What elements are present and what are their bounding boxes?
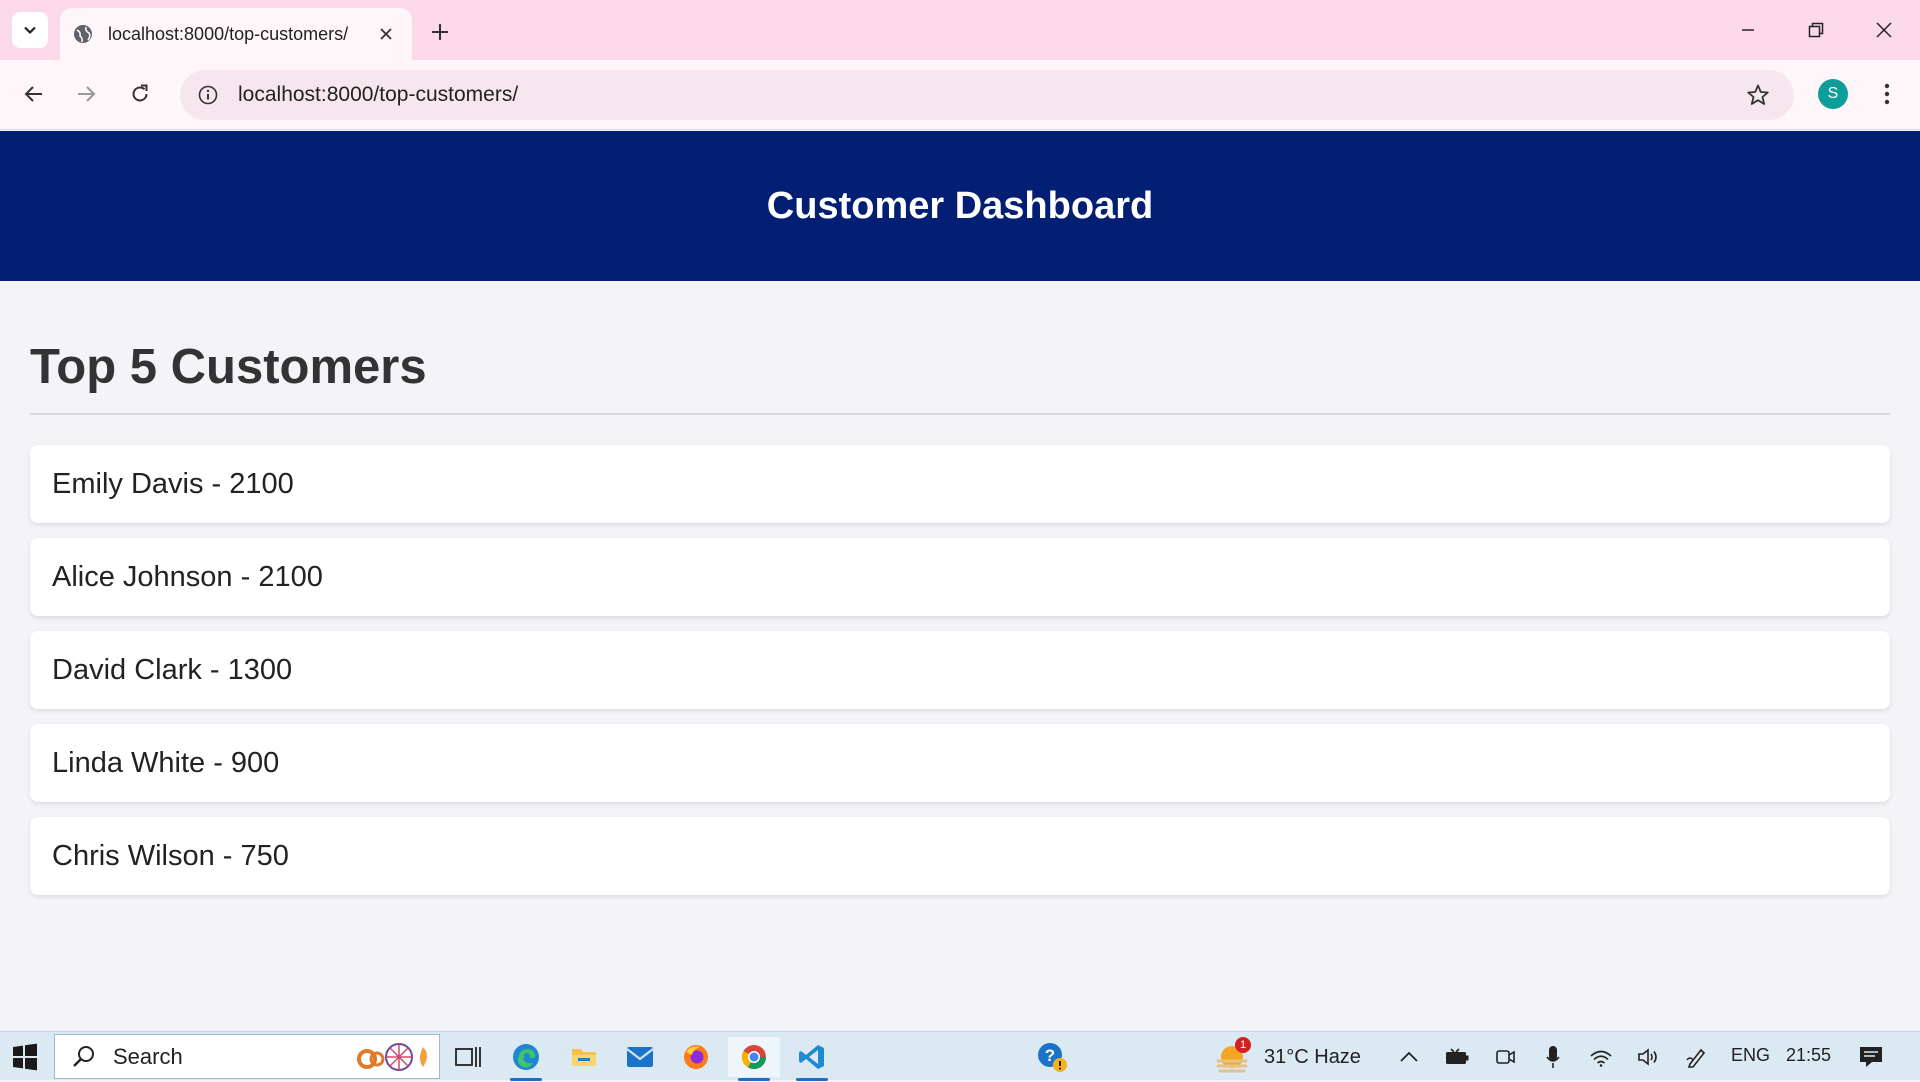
arrow-right-icon bbox=[78, 86, 96, 102]
close-icon bbox=[1876, 22, 1892, 38]
tab-title: localhost:8000/top-customers/ bbox=[108, 23, 349, 44]
clock[interactable]: 21:55 bbox=[1786, 1045, 1831, 1066]
battery-icon[interactable] bbox=[1442, 1042, 1472, 1072]
minimize-button[interactable] bbox=[1714, 0, 1782, 60]
customer-list-item: Alice Johnson - 2100 bbox=[30, 538, 1890, 616]
minimize-icon bbox=[1742, 29, 1754, 31]
show-hidden-icons-button[interactable] bbox=[1394, 1042, 1424, 1072]
bookmark-star-icon[interactable] bbox=[1738, 75, 1778, 115]
browser-tab-strip: localhost:8000/top-customers/ bbox=[0, 0, 1920, 60]
reload-icon bbox=[132, 84, 148, 102]
close-tab-icon[interactable] bbox=[372, 20, 400, 48]
customer-list-item: Chris Wilson - 750 bbox=[30, 817, 1890, 895]
reload-button[interactable] bbox=[120, 74, 160, 114]
taskbar-firefox-app[interactable] bbox=[670, 1037, 722, 1077]
tab-search-button[interactable] bbox=[12, 12, 48, 48]
more-vertical-icon bbox=[1884, 83, 1890, 105]
site-header: Customer Dashboard bbox=[0, 131, 1920, 281]
chevron-down-icon bbox=[24, 26, 36, 35]
taskbar-search-placeholder: Search bbox=[113, 1043, 183, 1069]
restore-button[interactable] bbox=[1782, 0, 1850, 60]
page-viewport: Customer Dashboard Top 5 Customers Emily… bbox=[0, 131, 1920, 1031]
browser-menu-button[interactable] bbox=[1872, 74, 1902, 114]
chevron-up-icon bbox=[1400, 1051, 1418, 1062]
taskbar-search-box[interactable]: Search bbox=[54, 1034, 440, 1079]
pen-icon[interactable] bbox=[1682, 1042, 1712, 1072]
taskbar-edge-app[interactable] bbox=[500, 1037, 552, 1081]
plus-icon bbox=[432, 24, 448, 40]
search-highlight-icon bbox=[353, 1039, 433, 1075]
help-icon: ? bbox=[1038, 1043, 1067, 1072]
notification-center-button[interactable] bbox=[1856, 1042, 1886, 1072]
taskbar-mail-app[interactable] bbox=[614, 1037, 666, 1077]
taskbar-chrome-app[interactable] bbox=[728, 1037, 780, 1081]
customer-list-item: Emily Davis - 2100 bbox=[30, 445, 1890, 523]
microphone-icon[interactable] bbox=[1538, 1042, 1568, 1072]
task-view-button[interactable] bbox=[442, 1037, 494, 1077]
url-text[interactable]: localhost:8000/top-customers/ bbox=[238, 83, 1738, 107]
profile-avatar[interactable]: S bbox=[1818, 79, 1848, 109]
weather-widget[interactable]: 1 31°C Haze bbox=[1212, 1036, 1361, 1078]
main-content: Top 5 Customers Emily Davis - 2100 Alice… bbox=[0, 339, 1920, 895]
volume-icon[interactable] bbox=[1634, 1042, 1664, 1072]
back-button[interactable] bbox=[14, 74, 54, 114]
address-bar[interactable]: localhost:8000/top-customers/ bbox=[180, 70, 1794, 120]
windows-start-button[interactable] bbox=[10, 1042, 40, 1072]
mail-icon bbox=[626, 1047, 654, 1067]
chat-bubble-icon bbox=[1860, 1047, 1882, 1067]
weather-sun-haze-icon: 1 bbox=[1212, 1037, 1252, 1077]
search-icon bbox=[73, 1045, 94, 1067]
chrome-icon bbox=[741, 1045, 766, 1070]
header-title: Customer Dashboard bbox=[766, 184, 1154, 227]
taskbar: Search ? 1 31°C Haze ENG 21:55 bbox=[0, 1031, 1920, 1081]
section-title: Top 5 Customers bbox=[30, 339, 1890, 415]
windows-logo-icon bbox=[13, 1043, 37, 1071]
forward-button[interactable] bbox=[66, 74, 106, 114]
vscode-icon bbox=[799, 1045, 824, 1069]
browser-toolbar: localhost:8000/top-customers/ S bbox=[0, 60, 1920, 130]
taskbar-help-app[interactable]: ? bbox=[1026, 1037, 1078, 1077]
arrow-left-icon bbox=[24, 86, 42, 102]
weather-text: 31°C Haze bbox=[1264, 1045, 1361, 1068]
customer-list-item: David Clark - 1300 bbox=[30, 631, 1890, 709]
customer-list: Emily Davis - 2100 Alice Johnson - 2100 … bbox=[30, 445, 1890, 895]
new-tab-button[interactable] bbox=[422, 14, 458, 50]
taskbar-vscode-app[interactable] bbox=[786, 1037, 838, 1081]
folder-icon bbox=[572, 1049, 596, 1066]
close-window-button[interactable] bbox=[1850, 0, 1918, 60]
taskbar-file-explorer-app[interactable] bbox=[558, 1037, 610, 1077]
customer-list-item: Linda White - 900 bbox=[30, 724, 1890, 802]
restore-icon bbox=[1808, 22, 1824, 38]
wifi-icon[interactable] bbox=[1586, 1042, 1616, 1072]
meet-now-icon[interactable] bbox=[1490, 1042, 1520, 1072]
browser-tab[interactable]: localhost:8000/top-customers/ bbox=[60, 8, 412, 60]
weather-alert-badge: 1 bbox=[1235, 1037, 1251, 1053]
globe-icon bbox=[72, 23, 94, 45]
site-info-icon[interactable] bbox=[192, 79, 224, 111]
language-indicator[interactable]: ENG bbox=[1731, 1045, 1770, 1066]
task-view-icon bbox=[455, 1047, 481, 1067]
firefox-icon bbox=[684, 1045, 708, 1069]
edge-icon bbox=[513, 1044, 539, 1070]
